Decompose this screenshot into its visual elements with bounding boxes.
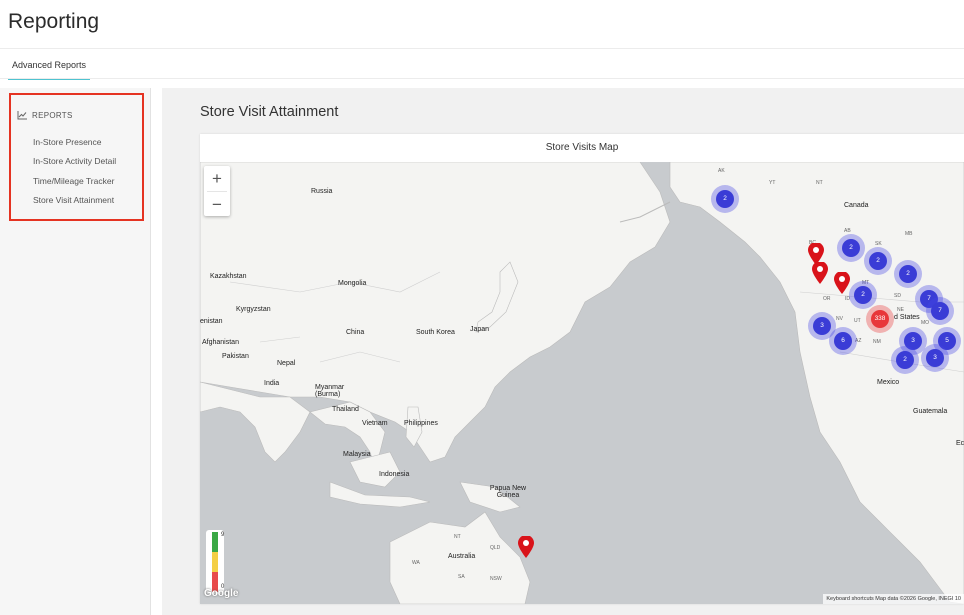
map-attribution[interactable]: Keyboard shortcuts Map data ©2026 Google… [823, 594, 964, 604]
page-title: Reporting [8, 10, 100, 33]
map-label: Malaysia [343, 451, 371, 458]
zoom-out-button[interactable]: − [204, 192, 230, 217]
map-label: AB [844, 228, 851, 234]
map-label: AK [718, 168, 725, 174]
map-label: Philippines [404, 420, 438, 427]
line-chart-icon [17, 111, 27, 120]
heat-legend: 9 0 [206, 530, 224, 594]
cluster-marker[interactable]: 2 [896, 351, 914, 369]
map-label: enistan [200, 318, 223, 325]
map-label: UT [854, 318, 861, 324]
map-label: Kazakhstan [210, 273, 247, 280]
legend-high-bar [212, 532, 218, 552]
cluster-marker[interactable]: 2 [716, 190, 734, 208]
map-label: YT [769, 180, 776, 186]
map-card: Store Visits Map + − Russia Kazakhstan M… [200, 134, 964, 604]
map-label: Vietnam [362, 420, 388, 427]
map-label: SD [894, 293, 901, 299]
map-label: d States [894, 314, 920, 321]
cluster-marker[interactable]: 3 [904, 332, 922, 350]
cluster-marker[interactable]: 2 [869, 252, 887, 270]
map-label: Ec [956, 440, 964, 447]
legend-mid-bar [212, 552, 218, 572]
map-label: NT [816, 180, 823, 186]
map-label: China [346, 329, 365, 336]
map-label: Japan [470, 326, 490, 333]
store-visits-map[interactable]: + − Russia Kazakhstan Mongolia Kyrgyzsta… [200, 162, 964, 604]
header-divider [0, 48, 964, 49]
sidebar-item-in-store-activity-detail[interactable]: In-Store Activity Detail [33, 156, 116, 166]
map-label: NM [873, 339, 881, 345]
store-pin-icon[interactable] [518, 536, 534, 558]
legend-max: 9 [221, 532, 225, 538]
sidebar-item-store-visit-attainment[interactable]: Store Visit Attainment [33, 195, 114, 205]
map-card-title: Store Visits Map [545, 142, 619, 153]
map-label: Mexico [877, 379, 900, 386]
sidebar-item-time-mileage-tracker[interactable]: Time/Mileage Tracker [33, 176, 114, 186]
cluster-marker[interactable]: 2 [899, 265, 917, 283]
map-label: NE [897, 307, 904, 313]
cluster-marker[interactable]: 2 [842, 239, 860, 257]
map-label: Russia [311, 188, 333, 195]
map-label: MB [905, 231, 913, 237]
zoom-controls: + − [204, 166, 230, 216]
tabs-divider [0, 78, 964, 79]
map-label: Myanmar (Burma) [315, 384, 345, 398]
reports-label: REPORTS [32, 111, 73, 120]
google-logo: Google [204, 588, 239, 599]
map-label: Papua New Guinea [489, 485, 527, 499]
map-label: Nepal [277, 360, 296, 367]
cluster-marker[interactable]: 5 [938, 332, 956, 350]
map-label: NT [454, 534, 461, 540]
report-title: Store Visit Attainment [200, 104, 339, 120]
map-label: OR [823, 296, 831, 302]
map-label: MO [921, 320, 930, 326]
map-label: South Korea [416, 329, 455, 336]
map-label: Canada [844, 202, 869, 209]
reports-section-header: REPORTS [17, 111, 73, 120]
store-pin-icon[interactable] [812, 262, 828, 284]
map-label: India [264, 380, 280, 387]
cluster-marker[interactable]: 2 [854, 286, 872, 304]
map-label: Indonesia [379, 471, 410, 478]
tab-advanced-reports[interactable]: Advanced Reports [8, 58, 90, 80]
map-label: NV [836, 316, 843, 322]
map-label: Australia [448, 553, 476, 560]
store-pin-icon[interactable] [834, 272, 850, 294]
map-label: SK [875, 241, 882, 247]
map-label: ID [845, 296, 850, 302]
cluster-marker[interactable]: 7 [931, 302, 949, 320]
cluster-marker[interactable]: 3 [926, 349, 944, 367]
cluster-marker-red[interactable]: 338 [871, 310, 889, 328]
cluster-marker[interactable]: 3 [813, 317, 831, 335]
map-label: Guatemala [913, 408, 948, 415]
map-label: WA [412, 560, 420, 566]
map-label: QLD [490, 545, 501, 551]
map-label: Afghanistan [202, 339, 239, 346]
cluster-marker[interactable]: 6 [834, 332, 852, 350]
map-label: Pakistan [222, 353, 249, 360]
map-label: Thailand [332, 406, 359, 413]
map-label: SA [458, 574, 465, 580]
zoom-in-button[interactable]: + [204, 166, 230, 191]
sidebar-item-in-store-presence[interactable]: In-Store Presence [33, 137, 102, 147]
map-label: NSW [490, 576, 502, 582]
map-label: AZ [855, 338, 862, 344]
map-label: Mongolia [338, 280, 367, 287]
map-label: Kyrgyzstan [236, 306, 271, 313]
